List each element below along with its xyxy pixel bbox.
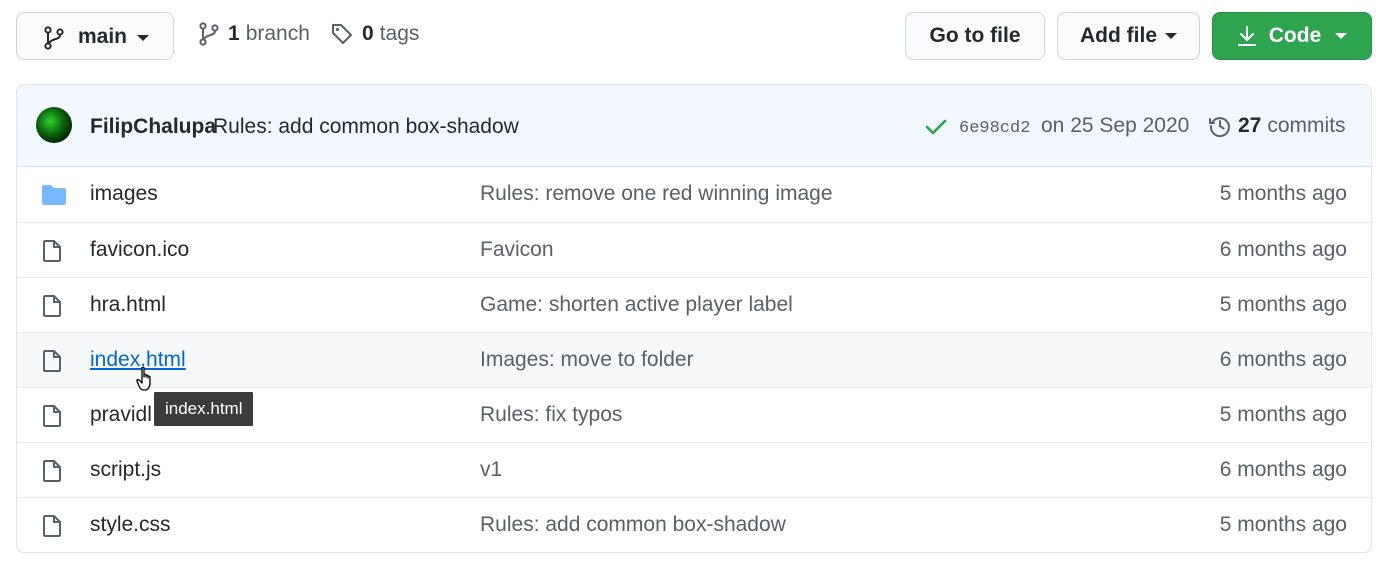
file-browser: FilipChalupa Rules: add common box-shado… [16, 84, 1372, 553]
file-icon [41, 239, 63, 269]
branch-label: branch [245, 22, 310, 45]
file-row[interactable]: hra.html Game: shorten active player labe… [17, 277, 1371, 332]
file-commit-age: 6 months ago [1219, 238, 1347, 261]
file-icon [41, 404, 63, 434]
branch-name: main [78, 25, 128, 48]
file-name-link[interactable]: script.js [90, 458, 161, 482]
pointer-cursor-icon [136, 366, 151, 391]
file-row[interactable]: style.css Rules: add common box-shadow 5 m… [17, 497, 1371, 552]
file-commit-message[interactable]: Rules: remove one red winning image [480, 182, 833, 206]
folder-icon [41, 184, 67, 212]
commit-message[interactable]: Rules: add common box-shadow [213, 115, 519, 139]
commits-history-link[interactable]: 27 commits [1208, 114, 1346, 138]
tags-link[interactable]: 0 tags [330, 22, 419, 46]
file-name-link[interactable]: favicon.ico [90, 238, 189, 262]
file-row[interactable]: images Rules: remove one red winning imag… [17, 167, 1371, 222]
avatar[interactable] [36, 107, 72, 143]
git-branch-icon [44, 26, 64, 50]
file-commit-message[interactable]: v1 [480, 458, 502, 482]
check-icon[interactable] [925, 117, 947, 137]
file-icon [41, 294, 63, 324]
code-label: Code [1268, 24, 1322, 47]
go-to-file-label: Go to file [929, 24, 1021, 47]
file-row[interactable]: index.html Images: move to folder 6 months… [17, 332, 1371, 387]
tooltip-text: index.html [165, 399, 243, 418]
commits-label: commits [1267, 114, 1346, 137]
download-icon [1237, 26, 1256, 46]
code-button[interactable]: Code [1212, 12, 1372, 60]
history-icon [1209, 117, 1230, 138]
file-icon [41, 514, 63, 544]
tag-label: tags [379, 22, 420, 45]
file-commit-message[interactable]: Game: shorten active player label [480, 293, 793, 317]
file-commit-age: 6 months ago [1219, 348, 1347, 371]
branch-select-button[interactable]: main [16, 12, 174, 60]
file-commit-age: 5 months ago [1219, 403, 1347, 426]
file-name-link[interactable]: images [90, 182, 158, 206]
commit-sha[interactable]: 6e98cd2 [959, 119, 1030, 138]
file-row[interactable]: script.js v1 6 months ago [17, 442, 1371, 497]
file-commit-age: 6 months ago [1219, 458, 1347, 481]
chevron-down-icon [137, 35, 149, 41]
chevron-down-icon [1165, 33, 1177, 39]
chevron-down-icon [1335, 33, 1348, 39]
file-commit-message[interactable]: Images: move to folder [480, 348, 694, 372]
repo-toolbar: main 1 branch 0 tags Go to file Add file… [16, 12, 1372, 60]
file-commit-age: 5 months ago [1219, 293, 1347, 316]
commit-date: on 25 Sep 2020 [1041, 114, 1190, 137]
file-icon [41, 459, 63, 489]
add-file-button[interactable]: Add file [1057, 12, 1200, 60]
tag-count: 0 [362, 22, 374, 45]
file-commit-message[interactable]: Rules: add common box-shadow [480, 513, 786, 537]
commit-author[interactable]: FilipChalupa [90, 115, 216, 139]
file-commit-message[interactable]: Favicon [480, 238, 554, 262]
add-file-label: Add file [1080, 24, 1157, 47]
go-to-file-button[interactable]: Go to file [905, 12, 1045, 60]
file-icon [41, 349, 63, 379]
branches-link[interactable]: 1 branch [198, 22, 310, 46]
file-name-link[interactable]: pravidl [90, 403, 152, 427]
git-branch-icon [199, 22, 219, 46]
commit-count: 27 [1238, 114, 1262, 137]
latest-commit-bar: FilipChalupa Rules: add common box-shado… [17, 85, 1371, 167]
file-row[interactable]: favicon.ico Favicon 6 months ago [17, 222, 1371, 277]
file-commit-age: 5 months ago [1219, 182, 1347, 205]
file-commit-message[interactable]: Rules: fix typos [480, 403, 622, 427]
branch-count: 1 [228, 22, 240, 45]
tooltip: index.html [154, 392, 254, 426]
file-name-link[interactable]: style.css [90, 513, 171, 537]
file-name-link[interactable]: hra.html [90, 293, 166, 317]
tag-icon [332, 24, 352, 44]
file-commit-age: 5 months ago [1219, 513, 1347, 536]
